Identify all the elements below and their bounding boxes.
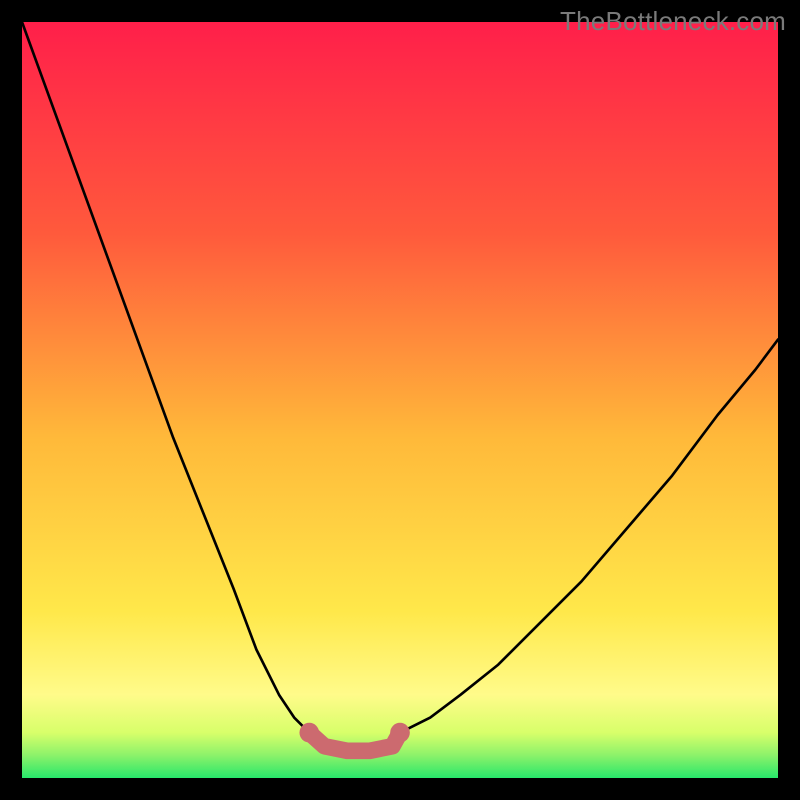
optimal-range-dot-left [299,723,319,743]
optimal-range-dot-right [390,723,410,743]
gradient-background [22,22,778,778]
bottleneck-chart [22,22,778,778]
watermark-text: TheBottleneck.com [560,6,786,37]
chart-frame: TheBottleneck.com [0,0,800,800]
